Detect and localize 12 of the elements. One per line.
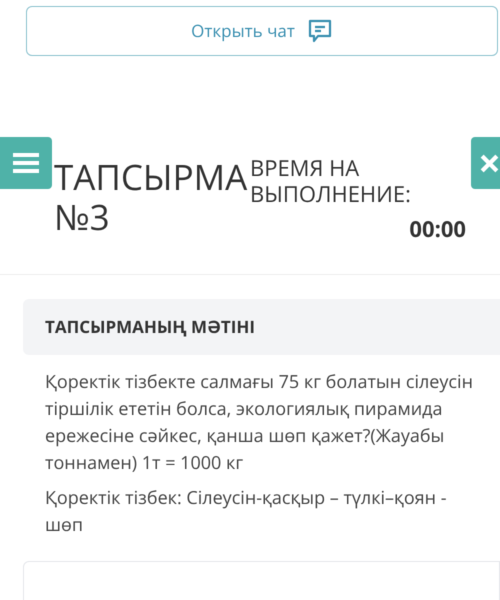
time-label: ВРЕМЯ НА ВЫПОЛНЕНИЕ: bbox=[250, 155, 412, 207]
task-text: Қоректік тізбек: Сілеусін-қасқыр – түлкі–қоян - шөп bbox=[45, 485, 448, 539]
timer: 00:00 bbox=[409, 213, 466, 246]
menu-button[interactable] bbox=[0, 137, 52, 189]
menu-icon bbox=[13, 152, 39, 174]
close-button[interactable] bbox=[471, 137, 500, 189]
section-heading: ТАПСЫРМАНЫҢ МӘТІНІ bbox=[45, 314, 256, 340]
chat-icon bbox=[306, 18, 333, 44]
close-icon bbox=[479, 152, 500, 174]
task-title: ТАПСЫРМА №3 bbox=[54, 158, 248, 238]
task-text: Қоректік тізбекте салмағы 75 кг болатын сілеусін тіршілік ететін болса, экологиялық пирамида ережесіне сәйкес, қанша шөп қажет?(Жауабы тоннамен) 1т = 1000 кг bbox=[45, 369, 474, 477]
open-chat-button[interactable]: Открыть чат bbox=[26, 6, 498, 56]
